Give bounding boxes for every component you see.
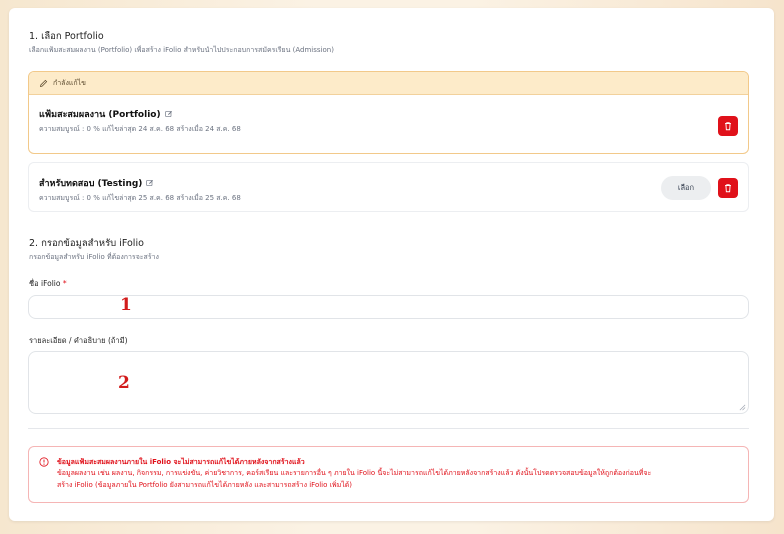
warning-body: ข้อมูลผลงาน เช่น ผลงาน, กิจกรรม, การแข่ง… — [57, 468, 737, 491]
portfolio-meta: ความสมบูรณ์ : 0 % แก้ไขล่าสุด 25 ส.ค. 68… — [39, 194, 241, 202]
portfolio-title-text: สำหรับทดสอบ (Testing) — [39, 179, 143, 189]
edit-icon[interactable] — [164, 110, 173, 118]
section2-subtitle: กรอกข้อมูลสำหรับ iFolio ที่ต้องการจะสร้า… — [29, 253, 159, 261]
editing-label: กำลังแก้ไข — [53, 78, 86, 87]
edit-icon[interactable] — [146, 179, 154, 187]
delete-button[interactable] — [718, 178, 738, 198]
description-field-label: รายละเอียด / คำอธิบาย (ถ้ามี) — [29, 336, 128, 345]
portfolio-title-text: แฟ้มสะสมผลงาน (Portfolio) — [39, 110, 161, 120]
warning-line-1: ข้อมูลผลงาน เช่น ผลงาน, กิจกรรม, การแข่ง… — [57, 469, 652, 477]
name-field-label: ชื่อ iFolio * — [29, 278, 67, 290]
section2-title: 2. กรอกข้อมูลสำหรับ iFolio — [29, 238, 144, 249]
info-icon — [39, 457, 49, 467]
name-label-text: ชื่อ iFolio — [29, 279, 61, 288]
pencil-icon — [40, 79, 48, 87]
annotation-marker-1: 1 — [120, 295, 132, 315]
portfolio-card-testing[interactable]: สำหรับทดสอบ (Testing) ความสมบูรณ์ : 0 % … — [28, 162, 749, 212]
trash-icon — [725, 122, 731, 131]
section1-subtitle: เลือกแฟ้มสะสมผลงาน (Portfolio) เพื่อสร้า… — [29, 46, 334, 54]
portfolio-meta: ความสมบูรณ์ : 0 % แก้ไขล่าสุด 24 ส.ค. 68… — [39, 125, 241, 133]
portfolio-card-editing[interactable]: กำลังแก้ไข แฟ้มสะสมผลงาน (Portfolio) ควา… — [28, 71, 749, 154]
warning-title: ข้อมูลแฟ้มสะสมผลงานภายใน iFolio จะไม่สาม… — [57, 458, 305, 466]
portfolio-title: สำหรับทดสอบ (Testing) — [39, 176, 154, 190]
ifolio-name-input[interactable] — [28, 295, 749, 319]
annotation-marker-2: 2 — [118, 373, 130, 393]
delete-button[interactable] — [718, 116, 738, 136]
resize-handle-icon[interactable] — [739, 404, 746, 411]
editing-banner: กำลังแก้ไข — [29, 72, 748, 95]
select-button[interactable]: เลือก — [661, 176, 711, 200]
portfolio-title: แฟ้มสะสมผลงาน (Portfolio) — [39, 107, 173, 121]
section1-title: 1. เลือก Portfolio — [29, 31, 104, 42]
divider — [28, 428, 749, 429]
main-card: 1. เลือก Portfolio เลือกแฟ้มสะสมผลงาน (P… — [9, 8, 774, 521]
trash-icon — [725, 184, 731, 193]
description-textarea[interactable] — [28, 351, 749, 414]
required-mark: * — [62, 279, 67, 288]
warning-line-2: สร้าง iFolio (ข้อมูลภายใน Portfolio ยังส… — [57, 480, 353, 489]
warning-box: ข้อมูลแฟ้มสะสมผลงานภายใน iFolio จะไม่สาม… — [28, 446, 749, 503]
